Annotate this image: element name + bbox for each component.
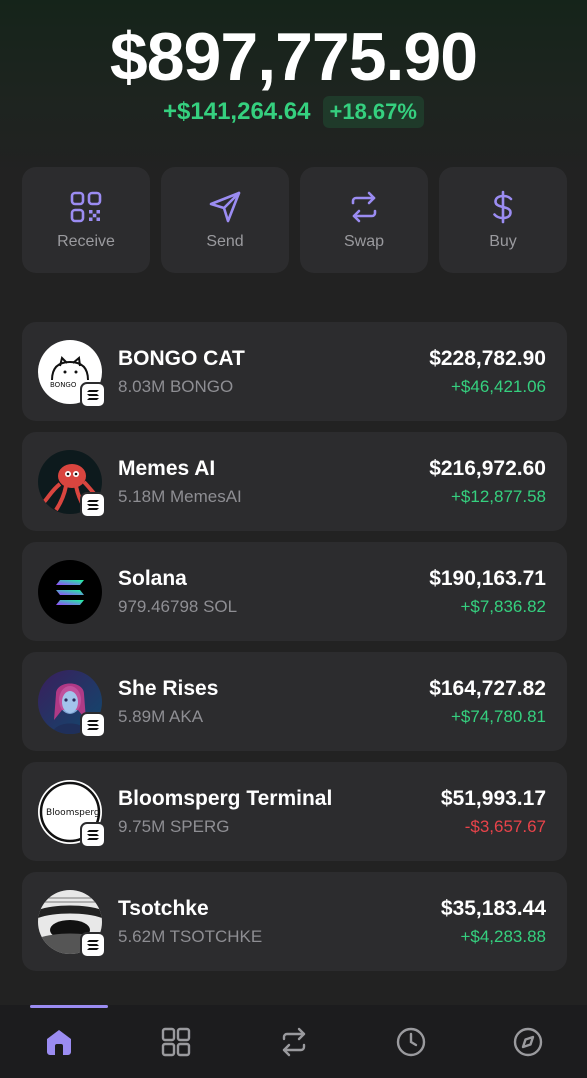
send-label: Send bbox=[206, 233, 244, 250]
swap-icon bbox=[351, 191, 377, 223]
tab-swap[interactable] bbox=[235, 1005, 352, 1078]
buy-label: Buy bbox=[489, 233, 517, 250]
token-values: $228,782.90 +$46,421.06 bbox=[429, 347, 546, 397]
clock-icon bbox=[396, 1027, 426, 1056]
tab-home[interactable] bbox=[0, 1005, 117, 1078]
token-row-bloomsperg-terminal[interactable]: Bloomsperg Bloomsperg Terminal 9.75M SPE… bbox=[22, 762, 567, 861]
token-name: BONGO CAT bbox=[118, 346, 245, 370]
solana-icon bbox=[87, 939, 99, 950]
active-tab-indicator bbox=[30, 1005, 108, 1008]
dollar-icon bbox=[493, 190, 513, 224]
token-value: $190,163.71 bbox=[429, 566, 546, 590]
token-amount: 979.46798 SOL bbox=[118, 596, 238, 616]
solana-chain-badge bbox=[80, 711, 106, 738]
solana-chain-badge bbox=[80, 931, 106, 958]
home-icon bbox=[46, 1029, 71, 1055]
compass-icon bbox=[514, 1027, 543, 1056]
tab-explore[interactable] bbox=[470, 1005, 587, 1078]
send-icon bbox=[209, 191, 241, 223]
token-change: +$7,836.82 bbox=[460, 596, 546, 616]
portfolio-change-amount: +$141,264.64 bbox=[163, 98, 311, 125]
quick-actions: Receive Send Swap Buy bbox=[22, 167, 567, 273]
wallet-home-screen: $897,775.90 +$141,264.64 +18.67% Receive bbox=[0, 0, 587, 1078]
receive-button[interactable]: Receive bbox=[22, 167, 150, 273]
solana-icon bbox=[87, 829, 99, 840]
token-avatar: Bloomsperg bbox=[38, 779, 106, 848]
token-amount: 8.03M BONGO bbox=[118, 376, 234, 396]
token-avatar: BONGO bbox=[38, 339, 106, 408]
token-avatar bbox=[38, 889, 106, 958]
token-change: +$12,877.58 bbox=[450, 486, 546, 506]
token-info: BONGO CAT 8.03M BONGO bbox=[118, 347, 429, 397]
svg-text:Bloomsperg: Bloomsperg bbox=[46, 808, 100, 818]
solana-logo-icon bbox=[38, 559, 102, 624]
token-value: $228,782.90 bbox=[429, 346, 546, 370]
token-value: $35,183.44 bbox=[440, 896, 546, 920]
solana-chain-badge bbox=[80, 821, 106, 848]
tab-activity[interactable] bbox=[352, 1005, 469, 1078]
token-name: Solana bbox=[118, 566, 187, 590]
token-name: She Rises bbox=[118, 676, 219, 700]
token-row-solana[interactable]: Solana 979.46798 SOL $190,163.71 +$7,836… bbox=[22, 542, 567, 641]
token-amount: 5.62M TSOTCHKE bbox=[118, 926, 263, 946]
token-values: $51,993.17 -$3,657.67 bbox=[441, 787, 546, 837]
token-amount: 9.75M SPERG bbox=[118, 816, 230, 836]
token-values: $164,727.82 +$74,780.81 bbox=[429, 677, 546, 727]
token-avatar bbox=[38, 449, 106, 518]
token-values: $35,183.44 +$4,283.88 bbox=[441, 897, 546, 947]
token-row-memes-ai[interactable]: Memes AI 5.18M MemesAI $216,972.60 +$12,… bbox=[22, 432, 567, 531]
token-values: $216,972.60 +$12,877.58 bbox=[429, 457, 546, 507]
swap-icon bbox=[282, 1027, 305, 1056]
token-info: Bloomsperg Terminal 9.75M SPERG bbox=[118, 787, 441, 837]
token-name: Bloomsperg Terminal bbox=[118, 786, 333, 810]
portfolio-balance: $897,775.90 bbox=[109, 19, 478, 95]
token-info: She Rises 5.89M AKA bbox=[118, 677, 429, 727]
solana-chain-badge bbox=[80, 381, 106, 408]
token-change: +$4,283.88 bbox=[460, 926, 546, 946]
token-row-she-rises[interactable]: She Rises 5.89M AKA $164,727.82 +$74,780… bbox=[22, 652, 567, 751]
token-value: $51,993.17 bbox=[440, 786, 546, 810]
token-info: Tsotchke 5.62M TSOTCHKE bbox=[118, 897, 441, 947]
token-value: $216,972.60 bbox=[429, 456, 546, 480]
portfolio-change-percent-badge: +18.67% bbox=[322, 96, 424, 128]
bottom-tab-bar bbox=[0, 1005, 587, 1078]
solana-chain-badge bbox=[80, 491, 106, 518]
token-avatar bbox=[38, 559, 102, 624]
token-row-tsotchke[interactable]: Tsotchke 5.62M TSOTCHKE $35,183.44 +$4,2… bbox=[22, 872, 567, 971]
solana-icon bbox=[87, 719, 99, 730]
token-row-bongo-cat[interactable]: BONGO BONGO CAT 8.03M BONGO $228,782.90 … bbox=[22, 322, 567, 421]
token-list: BONGO BONGO CAT 8.03M BONGO $228,782.90 … bbox=[22, 322, 567, 971]
token-info: Memes AI 5.18M MemesAI bbox=[118, 457, 429, 507]
solana-icon bbox=[87, 499, 99, 510]
solana-icon bbox=[87, 389, 99, 400]
token-change: +$46,421.06 bbox=[450, 376, 546, 396]
token-amount: 5.89M AKA bbox=[118, 706, 204, 726]
swap-label: Swap bbox=[343, 233, 385, 250]
receive-label: Receive bbox=[57, 233, 115, 250]
token-info: Solana 979.46798 SOL bbox=[118, 567, 429, 617]
swap-button[interactable]: Swap bbox=[300, 167, 428, 273]
token-name: Memes AI bbox=[118, 456, 216, 480]
svg-text:BONGO: BONGO bbox=[50, 381, 77, 389]
token-values: $190,163.71 +$7,836.82 bbox=[429, 567, 546, 617]
token-avatar bbox=[38, 669, 106, 738]
token-change: -$3,657.67 bbox=[464, 816, 546, 836]
qr-code-icon bbox=[70, 191, 102, 223]
buy-button[interactable]: Buy bbox=[439, 167, 567, 273]
portfolio-change: +$141,264.64 +18.67% bbox=[0, 96, 587, 128]
token-value: $164,727.82 bbox=[429, 676, 546, 700]
tab-collectibles[interactable] bbox=[117, 1005, 234, 1078]
token-name: Tsotchke bbox=[118, 896, 209, 920]
grid-icon bbox=[161, 1027, 191, 1056]
send-button[interactable]: Send bbox=[161, 167, 289, 273]
token-amount: 5.18M MemesAI bbox=[118, 486, 242, 506]
token-change: +$74,780.81 bbox=[450, 706, 546, 726]
